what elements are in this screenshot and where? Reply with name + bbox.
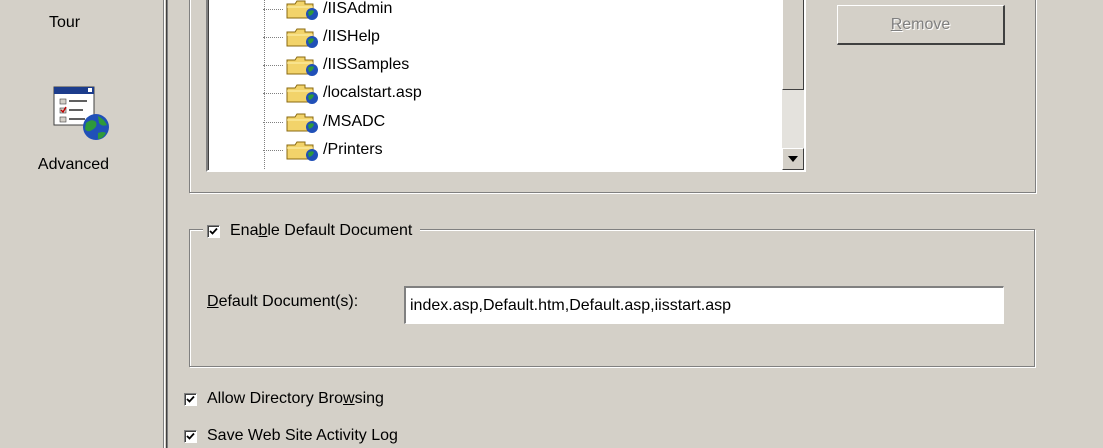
label-part: le Default Document	[267, 222, 413, 239]
remove-button[interactable]: Remove	[837, 5, 1005, 45]
save-activity-log-option[interactable]: Save Web Site Activity Log	[180, 425, 406, 447]
tree-item-label: /IISAdmin	[323, 0, 393, 17]
tree-item-msadc[interactable]: /MSADC	[263, 108, 385, 136]
save-activity-log-label: Save Web Site Activity Log	[207, 427, 398, 444]
advanced-settings-icon[interactable]	[52, 85, 112, 143]
scroll-down-button[interactable]	[782, 148, 804, 170]
tree-item-iisadmin[interactable]: /IISAdmin	[263, 0, 392, 23]
tree-item-iissamples[interactable]: /IISSamples	[263, 51, 409, 79]
label-part: Allow Directory Bro	[207, 390, 344, 407]
default-documents-label: Default Document(s):	[207, 293, 358, 311]
tree-branch-line	[263, 36, 283, 38]
tree-branch-line	[263, 121, 283, 123]
label-mnemonic: w	[343, 390, 355, 407]
remove-label-rest: emove	[902, 15, 951, 33]
tree-item-label: /localstart.asp	[323, 84, 422, 101]
web-folder-icon	[286, 113, 318, 133]
web-folder-icon	[286, 84, 318, 104]
tree-item-localstart[interactable]: /localstart.asp	[263, 79, 422, 107]
label-mnemonic: D	[207, 293, 219, 310]
remove-button-label: Remove	[891, 16, 951, 34]
tree-item-label: /IISSamples	[323, 56, 410, 73]
tree-scrollbar[interactable]	[782, 0, 804, 170]
tree-item-label: /IISHelp	[323, 28, 380, 45]
label-part: sing	[354, 390, 384, 407]
scrollbar-thumb[interactable]	[782, 0, 804, 90]
allow-directory-browsing-option[interactable]: Allow Directory Browsing	[180, 388, 392, 410]
enable-default-document-checkbox[interactable]	[207, 224, 220, 238]
web-folder-icon	[286, 56, 318, 76]
web-folder-icon	[286, 0, 318, 20]
allow-directory-browsing-checkbox[interactable]	[184, 392, 197, 406]
arrow-down-icon	[788, 156, 798, 162]
tree-item-label: /MSADC	[323, 113, 386, 130]
allow-directory-browsing-label: Allow Directory Browsing	[207, 390, 384, 408]
enable-default-document-option[interactable]: Enable Default Document	[203, 220, 421, 242]
web-folder-icon	[286, 28, 318, 48]
virtual-directory-tree[interactable]: /IISAdmin /IISHelp /IISSamples /localsta…	[206, 0, 806, 172]
checkmark-icon	[186, 432, 195, 440]
web-folder-icon	[286, 141, 318, 161]
tree-branch-line	[263, 64, 283, 66]
label-part: Ena	[230, 222, 259, 239]
save-activity-log-checkbox[interactable]	[184, 429, 197, 443]
nav-divider-shade	[167, 0, 168, 448]
tree-item-printers[interactable]: /Printers	[263, 136, 383, 164]
default-documents-input[interactable]	[404, 286, 1004, 324]
label-part: efault Document(s):	[218, 293, 359, 310]
nav-divider-highlight	[164, 0, 165, 448]
tree-branch-line	[263, 92, 283, 94]
nav-advanced-label[interactable]: Advanced	[0, 156, 155, 174]
checkmark-icon	[186, 395, 195, 403]
nav-tour-label[interactable]: Tour	[0, 14, 146, 32]
tree-item-label: /Printers	[323, 141, 383, 158]
remove-mnemonic: R	[890, 15, 903, 33]
tree-branch-line	[263, 149, 283, 151]
enable-default-document-label: Enable Default Document	[230, 222, 412, 240]
left-navigation: Tour Advanced	[0, 0, 163, 448]
tree-branch-line	[263, 8, 283, 10]
checkmark-icon	[209, 227, 218, 235]
tree-item-iishelp[interactable]: /IISHelp	[263, 23, 380, 51]
